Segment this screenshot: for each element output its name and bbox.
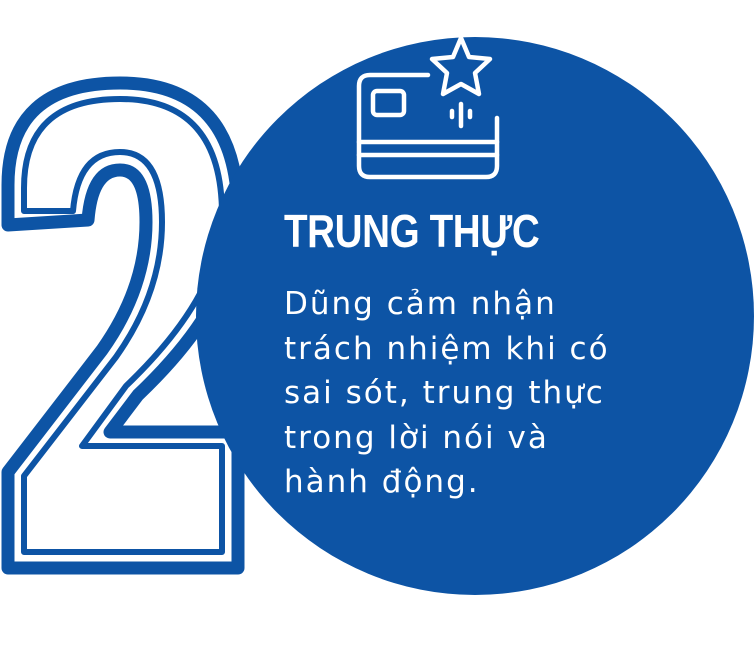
- description-line: hành động.: [284, 464, 480, 500]
- description-line: sai sót, trung thực: [284, 375, 605, 411]
- description: Dũng cảm nhận trách nhiệm khi có sai sót…: [284, 282, 684, 505]
- description-line: trách nhiệm khi có: [284, 330, 610, 367]
- description-line: trong lời nói và: [284, 419, 549, 456]
- section-title: TRUNG THỰC: [284, 205, 540, 257]
- infographic-card: TRUNG THỰC Dũng cảm nhận trách nhiệm khi…: [0, 0, 754, 656]
- description-line: Dũng cảm nhận: [284, 286, 557, 322]
